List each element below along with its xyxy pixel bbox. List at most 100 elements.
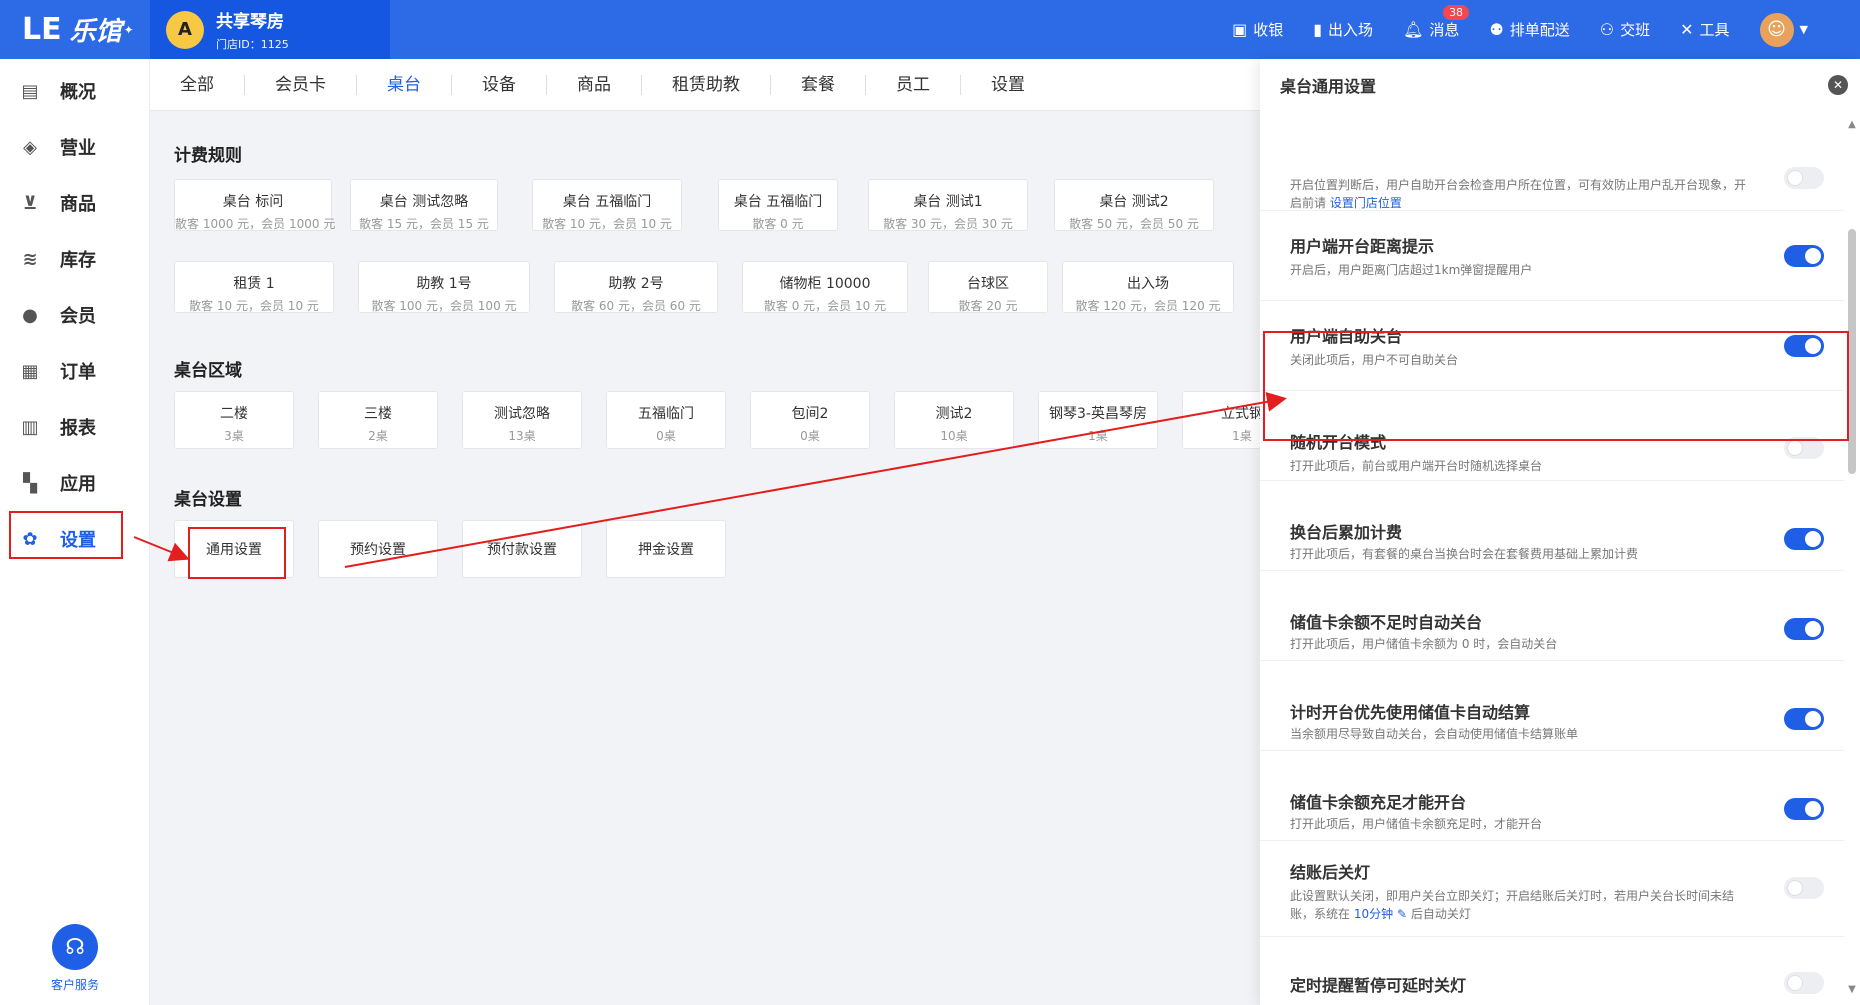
billing-rule-card[interactable]: 助教 1号 散客 100 元，会员 100 元 [358,261,530,313]
customer-service-button[interactable]: ☊ 客户服务 [0,924,150,993]
tab-goods[interactable]: 商品 [547,74,642,95]
sufficient-balance-toggle[interactable] [1784,798,1824,820]
setting-title: 计时开台优先使用储值卡自动结算 [1290,703,1531,722]
card-name: 桌台 五福临门 [733,194,823,210]
billing-rule-card[interactable]: 桌台 测试1 散客 30 元，会员 30 元 [868,179,1028,231]
sidebar-item-members[interactable]: ● 会员 [0,287,149,343]
report-icon: ▥ [21,416,39,438]
setting-pause-delay-lights: 定时提醒暂停可延时关灯 [1260,937,1844,1005]
reservation-settings-button[interactable]: 预约设置 [318,520,438,578]
area-card[interactable]: 测试2 10桌 [894,391,1014,449]
scroll-up-icon[interactable]: ▲ [1844,119,1860,130]
billing-rule-card[interactable]: 助教 2号 散客 60 元，会员 60 元 [554,261,718,313]
tab-staff[interactable]: 员工 [866,74,961,95]
area-card[interactable]: 三楼 2桌 [318,391,438,449]
sidebar-item-apps[interactable]: ▚ 应用 [0,455,149,511]
layers-icon: ≋ [22,248,38,270]
billing-rule-card[interactable]: 储物柜 10000 散客 0 元，会员 10 元 [742,261,908,313]
drawer-scrollbar[interactable]: ▲ ▼ [1844,111,1860,1005]
card-name: 预付款设置 [487,542,557,558]
billing-rule-card[interactable]: 租赁 1 散客 10 元，会员 10 元 [174,261,334,313]
tab-all[interactable]: 全部 [150,74,245,95]
sidebar-item-label: 会员 [60,306,96,327]
order-icon: ▦ [21,360,39,382]
card-name: 押金设置 [638,542,694,558]
dispatch-label: 排单配送 [1509,21,1570,39]
toggle-knob [1805,801,1821,817]
edit-icon[interactable]: ✎ [1397,907,1407,921]
store-switcher[interactable]: A 共享琴房 门店ID：1125 [150,0,390,59]
entry-exit-label: 出入场 [1328,21,1374,39]
lights-off-toggle[interactable] [1784,877,1824,899]
location-check-toggle[interactable] [1784,167,1824,189]
messages-button[interactable]: 🔔︎ 消息 38 [1403,5,1470,40]
dispatch-icon: ⚉ [1489,20,1504,39]
tab-devices[interactable]: 设备 [452,74,547,95]
tab-tables[interactable]: 桌台 [357,74,452,95]
area-card[interactable]: 立式钢 1桌 [1182,391,1260,449]
sidebar-item-overview[interactable]: ▤ 概况 [0,63,149,119]
area-card[interactable]: 五福临门 0桌 [606,391,726,449]
toggle-knob [1805,531,1821,547]
tools-button[interactable]: ✕ 工具 [1680,19,1729,40]
deposit-settings-button[interactable]: 押金设置 [606,520,726,578]
card-name: 租赁 1 [233,276,275,292]
area-card[interactable]: 二楼 3桌 [174,391,294,449]
scroll-down-icon[interactable]: ▼ [1844,984,1860,995]
card-name: 桌台 测试忽略 [379,194,469,210]
prefer-stored-card-toggle[interactable] [1784,708,1824,730]
billing-rule-card[interactable]: 桌台 测试2 散客 50 元，会员 50 元 [1054,179,1214,231]
card-sub: 1桌 [1232,429,1252,443]
main-content: 计费规则 桌台 标问 散客 1000 元，会员 1000 元 桌台 测试忽略 散客 … [150,111,1260,1005]
tab-packages[interactable]: 套餐 [771,74,866,95]
sidebar-item-reports[interactable]: ▥ 报表 [0,399,149,455]
toggle-knob [1787,880,1803,896]
apps-icon: ▚ [23,472,37,494]
billing-rule-card[interactable]: 桌台 测试忽略 散客 15 元，会员 15 元 [350,179,498,231]
handover-button[interactable]: ⚇ 交班 [1600,19,1650,40]
tab-rental-tutor[interactable]: 租赁助教 [642,74,771,95]
tab-settings[interactable]: 设置 [961,75,1055,95]
setting-lights-off-after-checkout: 结账后关灯 此设置默认关闭，即用户关台立即关灯；开启结账后关灯时，若用户关台长时… [1260,841,1844,937]
delay-minutes-link[interactable]: 10分钟 [1354,907,1393,921]
sidebar-item-inventory[interactable]: ≋ 库存 [0,231,149,287]
sidebar-item-goods[interactable]: ⊻ 商品 [0,175,149,231]
setting-title: 定时提醒暂停可延时关灯 [1290,976,1467,995]
cashier-button[interactable]: ▣ 收银 [1232,19,1283,40]
dispatch-button[interactable]: ⚉ 排单配送 [1489,19,1569,40]
setting-desc: 当余额用尽导致自动关台，会自动使用储值卡结算账单 [1290,727,1579,741]
billing-rule-card[interactable]: 出入场 散客 120 元，会员 120 元 [1062,261,1234,313]
prepayment-settings-button[interactable]: 预付款设置 [462,520,582,578]
card-sub: 散客 100 元，会员 100 元 [371,299,517,313]
billing-rule-card[interactable]: 桌台 五福临门 散客 0 元 [718,179,838,231]
card-name: 助教 2号 [608,276,664,292]
chevron-down-icon[interactable]: ▼ [1800,23,1808,36]
auto-close-low-balance-toggle[interactable] [1784,618,1824,640]
billing-rule-card[interactable]: 桌台 标问 散客 1000 元，会员 1000 元 [174,179,335,231]
setting-desc: 打开此项后，有套餐的桌台当换台时会在套餐费用基础上累加计费 [1290,547,1639,561]
pause-delay-lights-toggle[interactable] [1784,972,1824,994]
card-sub: 散客 10 元，会员 10 元 [542,217,672,231]
user-avatar[interactable]: ☺ [1759,12,1794,47]
billing-rule-card[interactable]: 桌台 五福临门 散客 10 元，会员 10 元 [532,179,682,231]
card-sub: 0桌 [656,429,676,443]
set-store-location-link[interactable]: 设置门店位置 [1330,196,1402,210]
sidebar-item-orders[interactable]: ▦ 订单 [0,343,149,399]
close-icon[interactable]: ✕ [1828,75,1848,95]
setting-desc-text: 后自动关灯 [1407,907,1471,921]
distance-prompt-toggle[interactable] [1784,245,1824,267]
entry-exit-button[interactable]: ▮ 出入场 [1313,19,1373,40]
cumulative-billing-toggle[interactable] [1784,528,1824,550]
billing-rules-title: 计费规则 [174,146,242,166]
billing-rule-card[interactable]: 台球区 散客 20 元 [928,261,1048,313]
app-logo[interactable]: LE 乐馆 ✦ [0,0,150,59]
tab-member-card[interactable]: 会员卡 [245,74,357,95]
area-card[interactable]: 包间2 0桌 [750,391,870,449]
card-sub: 0桌 [800,429,820,443]
top-bar: LE 乐馆 ✦ A 共享琴房 门店ID：1125 ▣ 收银 ▮ 出入场 🔔︎ 消息… [0,0,1860,59]
area-card[interactable]: 测试忽略 13桌 [462,391,582,449]
scroll-thumb[interactable] [1848,229,1856,474]
area-card[interactable]: 钢琴3-英昌琴房 1桌 [1038,391,1158,449]
sidebar-item-business[interactable]: ◈ 营业 [0,119,149,175]
card-sub: 散客 10 元，会员 10 元 [189,299,319,313]
